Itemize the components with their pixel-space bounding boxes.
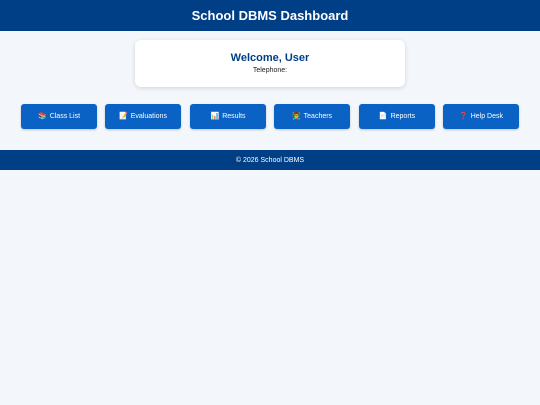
class-list-button[interactable]: 📚 Class List [21, 104, 97, 129]
books-icon: 📚 [37, 113, 47, 120]
document-icon: 📄 [378, 113, 388, 120]
reports-label: Reports [390, 113, 416, 120]
nav-button-row: 📚 Class List 📝 Evaluations 📊 Results 👨‍🏫… [21, 104, 519, 129]
app-footer: © 2026 School DBMS [0, 150, 540, 170]
teacher-icon: 👨‍🏫 [291, 113, 301, 120]
class-list-label: Class List [49, 113, 81, 120]
reports-button[interactable]: 📄 Reports [359, 104, 435, 129]
memo-icon: 📝 [119, 113, 128, 120]
teachers-label: Teachers [303, 113, 333, 120]
help-desk-button[interactable]: ❓ Help Desk [443, 104, 519, 129]
help-desk-label: Help Desk [470, 113, 503, 120]
results-button[interactable]: 📊 Results [190, 104, 266, 129]
evaluations-label: Evaluations [130, 113, 167, 120]
welcome-title: Welcome, User [230, 52, 310, 64]
results-label: Results [222, 113, 246, 120]
question-icon: ❓ [458, 113, 468, 120]
app-header: School DBMS Dashboard [0, 0, 540, 31]
bar-chart-icon: 📊 [210, 113, 220, 120]
evaluations-button[interactable]: 📝 Evaluations [105, 104, 181, 129]
telephone-label: Telephone: [252, 67, 288, 74]
copyright-text: © 2026 School DBMS [235, 156, 305, 164]
welcome-card: Welcome, User Telephone: [135, 40, 405, 87]
teachers-button[interactable]: 👨‍🏫 Teachers [274, 104, 350, 129]
page-title: School DBMS Dashboard [191, 8, 349, 23]
